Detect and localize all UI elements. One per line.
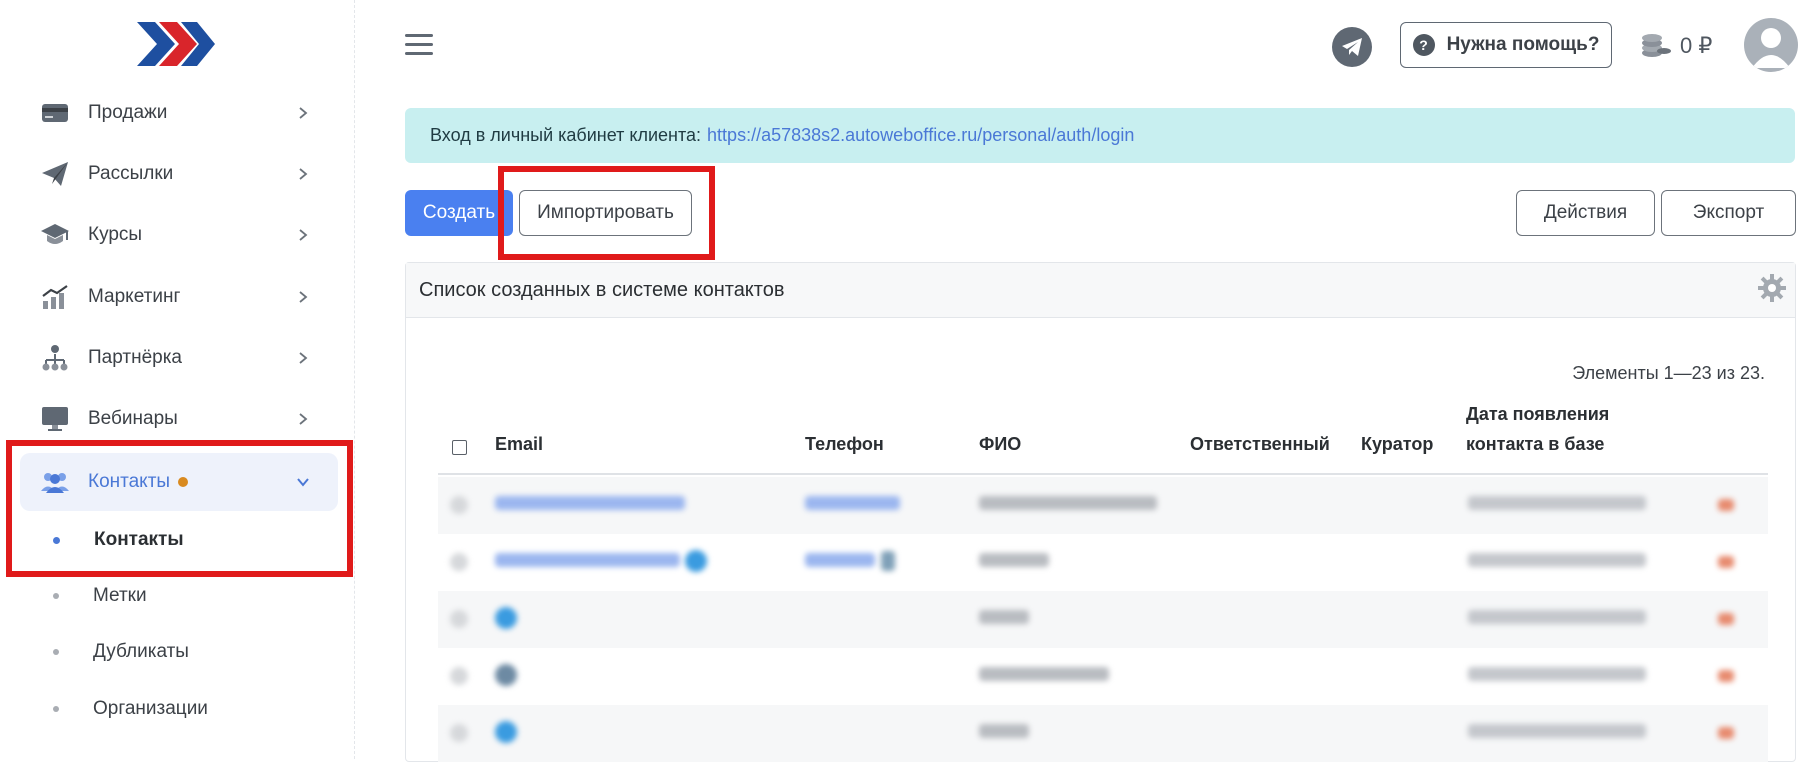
alert-text: Вход в личный кабинет клиента: bbox=[430, 125, 702, 145]
help-button[interactable]: ? Нужна помощь? bbox=[1400, 22, 1612, 68]
paper-plane-icon bbox=[40, 159, 70, 189]
sidebar-subitem-contacts[interactable]: Контакты bbox=[20, 520, 338, 560]
sidebar-item-marketing[interactable]: Маркетинг bbox=[20, 268, 338, 326]
sidebar-item-sales[interactable]: Продажи bbox=[20, 84, 338, 142]
sidebar-subitem-label: Контакты bbox=[94, 529, 184, 550]
card-header: Список созданных в системе контактов bbox=[406, 263, 1795, 318]
contacts-card: Список созданных в системе контактов Эле… bbox=[405, 262, 1796, 762]
table-row[interactable] bbox=[438, 534, 1768, 591]
sidebar-subitem-label: Дубликаты bbox=[93, 641, 189, 662]
bullet bbox=[53, 706, 59, 712]
sidebar-subitem-duplicates[interactable]: Дубликаты bbox=[20, 632, 338, 672]
import-button[interactable]: Импортировать bbox=[519, 190, 692, 236]
hierarchy-icon bbox=[40, 343, 70, 373]
telegram-button[interactable] bbox=[1332, 27, 1372, 67]
sidebar-subitem-label: Метки bbox=[93, 585, 147, 606]
client-login-link[interactable]: https://a57838s2.autowebofﬁce.ru/persona… bbox=[707, 125, 1134, 146]
balance-value: 0 ₽ bbox=[1680, 33, 1713, 58]
export-button[interactable]: Экспорт bbox=[1661, 190, 1796, 236]
column-email[interactable]: Email bbox=[495, 434, 543, 455]
table-header: Email Телефон ФИО Ответственный Куратор … bbox=[438, 395, 1768, 475]
chevron-right-icon bbox=[299, 168, 308, 180]
chevron-right-icon bbox=[299, 229, 308, 241]
help-button-label: Нужна помощь? bbox=[1446, 34, 1600, 55]
credit-card-icon bbox=[40, 98, 70, 128]
sidebar-item-label: Рассылки bbox=[88, 163, 174, 184]
coins-icon bbox=[1642, 34, 1671, 57]
sidebar-item-label: Продажи bbox=[88, 102, 168, 123]
column-date-line1: Дата появления bbox=[1466, 404, 1610, 424]
sidebar-subitem-label: Организации bbox=[93, 698, 208, 719]
column-name[interactable]: ФИО bbox=[979, 434, 1021, 455]
table-row[interactable] bbox=[438, 591, 1768, 648]
sidebar-item-label: Вебинары bbox=[88, 408, 178, 429]
table-row[interactable] bbox=[438, 648, 1768, 705]
bullet bbox=[53, 649, 59, 655]
avatar[interactable] bbox=[1744, 18, 1798, 72]
chart-icon bbox=[40, 282, 70, 312]
sidebar-subitem-organizations[interactable]: Организации bbox=[20, 689, 338, 729]
column-date-line2: контакта в базе bbox=[1466, 434, 1605, 454]
chevron-right-icon bbox=[299, 413, 308, 425]
sidebar: Продажи Рассылки Курсы Маркетинг Партнёр… bbox=[0, 0, 355, 759]
table-row[interactable] bbox=[438, 477, 1768, 534]
logo[interactable] bbox=[135, 20, 215, 68]
question-icon: ? bbox=[1412, 34, 1435, 56]
monitor-icon bbox=[40, 404, 70, 434]
sidebar-item-label: Курсы bbox=[88, 224, 143, 245]
actions-button[interactable]: Действия bbox=[1516, 190, 1655, 236]
users-icon bbox=[40, 467, 70, 497]
sidebar-item-courses[interactable]: Курсы bbox=[20, 206, 338, 264]
sidebar-item-mailings[interactable]: Рассылки bbox=[20, 145, 338, 203]
chevron-down-icon bbox=[297, 478, 309, 487]
balance[interactable]: 0 ₽ bbox=[1640, 28, 1712, 64]
notification-dot bbox=[178, 476, 189, 487]
bullet bbox=[53, 536, 60, 544]
chevron-right-icon bbox=[299, 107, 308, 119]
pagination-summary: Элементы 1—23 из 23. bbox=[1572, 363, 1765, 383]
column-date-added[interactable]: Дата появления контакта в базе bbox=[1466, 399, 1609, 459]
graduation-cap-icon bbox=[40, 220, 70, 250]
select-all-checkbox[interactable] bbox=[452, 440, 467, 455]
menu-icon[interactable] bbox=[404, 30, 434, 60]
client-login-alert: Вход в личный кабинет клиента: https://a… bbox=[405, 108, 1795, 163]
column-curator[interactable]: Куратор bbox=[1361, 434, 1433, 455]
column-phone[interactable]: Телефон bbox=[805, 434, 884, 455]
sidebar-item-partners[interactable]: Партнёрка bbox=[20, 329, 338, 387]
column-responsible[interactable]: Ответственный bbox=[1190, 434, 1330, 455]
card-title: Список созданных в системе контактов bbox=[419, 278, 785, 301]
bullet bbox=[53, 593, 59, 599]
create-button[interactable]: Создать bbox=[405, 190, 513, 236]
gear-icon[interactable] bbox=[1757, 273, 1787, 303]
sidebar-item-label: Контакты bbox=[88, 471, 171, 492]
chevron-right-icon bbox=[299, 352, 308, 364]
user-icon bbox=[1752, 28, 1790, 68]
sidebar-item-label: Маркетинг bbox=[88, 286, 181, 307]
sidebar-item-label: Партнёрка bbox=[88, 347, 182, 368]
chevron-right-icon bbox=[299, 291, 308, 303]
sidebar-subitem-tags[interactable]: Метки bbox=[20, 576, 338, 616]
sidebar-item-webinars[interactable]: Вебинары bbox=[20, 390, 338, 448]
telegram-icon bbox=[1342, 38, 1362, 56]
sidebar-item-contacts[interactable]: Контакты bbox=[20, 453, 338, 511]
table-row[interactable] bbox=[438, 705, 1768, 762]
